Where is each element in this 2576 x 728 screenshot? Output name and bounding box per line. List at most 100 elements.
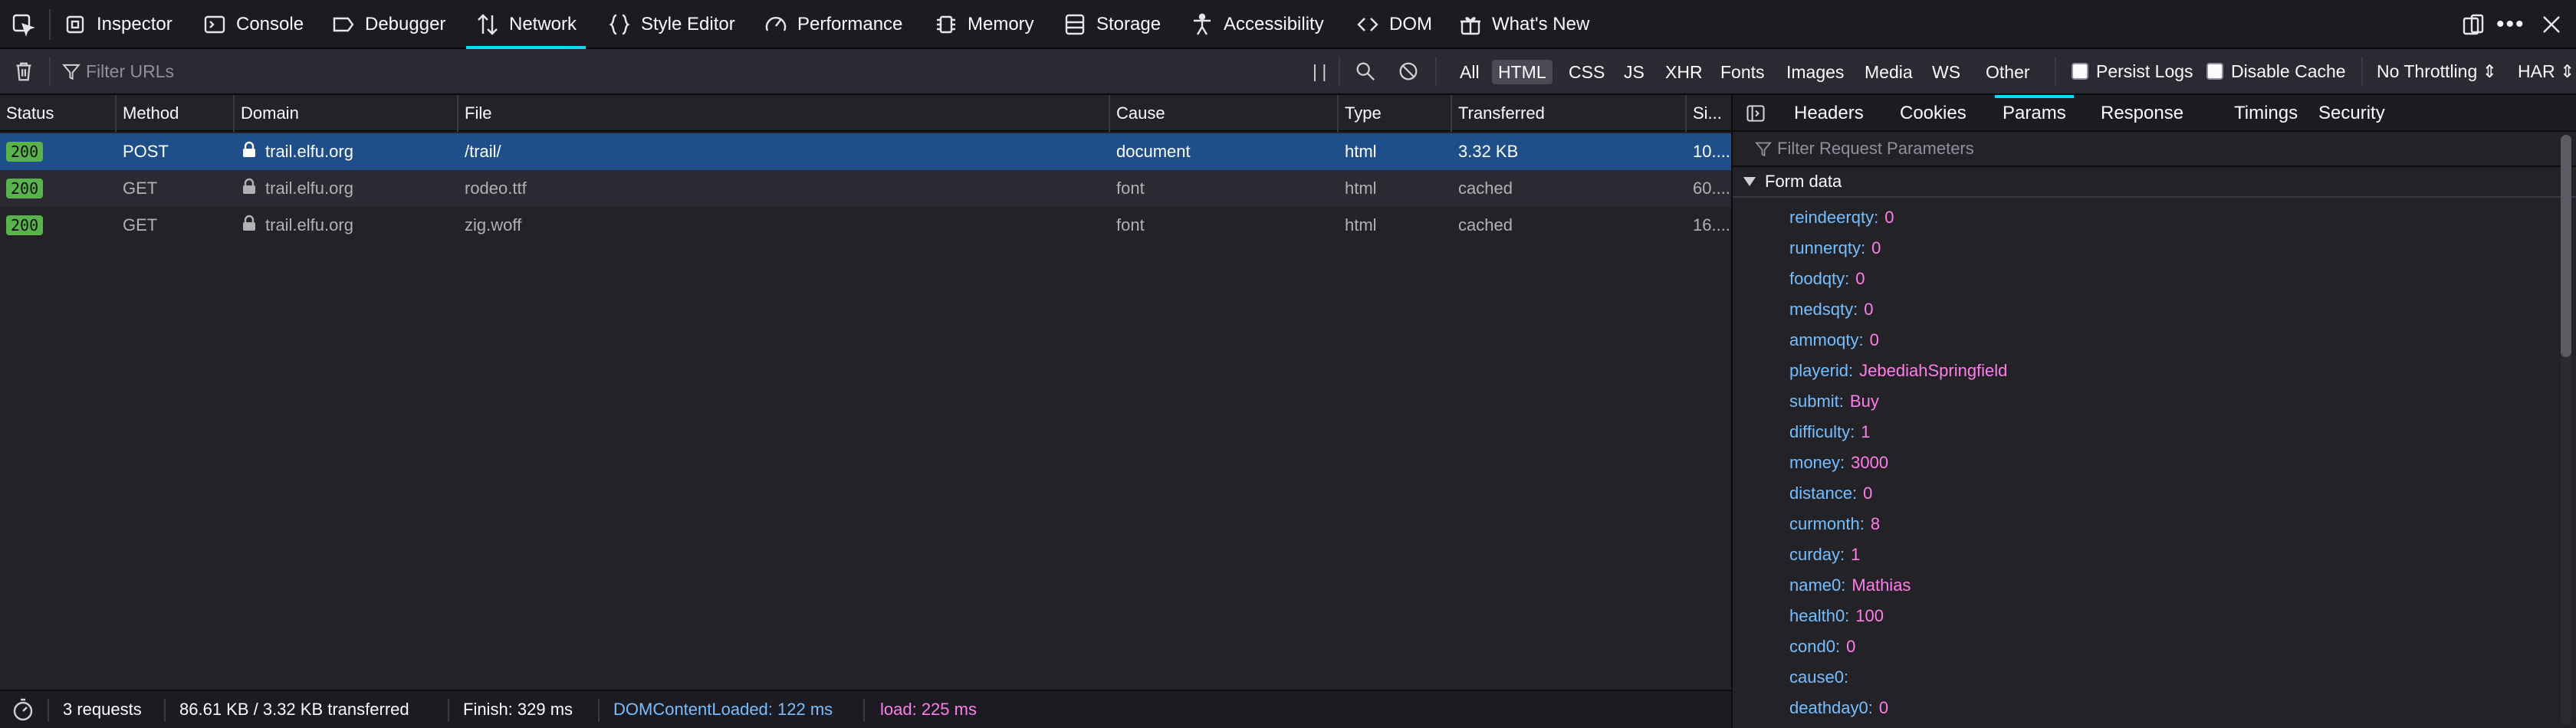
table-row[interactable]: 200 POST trail.elfu.org /trail/ document…	[0, 133, 1731, 170]
type-filter-xhr[interactable]: XHR	[1659, 60, 1709, 84]
disable-cache-checkbox[interactable]: Disable Cache	[2206, 49, 2346, 93]
element-picker-button[interactable]	[11, 0, 35, 49]
tab-style-editor-label: Style Editor	[641, 14, 735, 34]
table-row[interactable]: 200 GET trail.elfu.org zig.woff font htm…	[0, 207, 1731, 244]
har-menu[interactable]: HAR ⇕	[2518, 49, 2574, 93]
more-options-button[interactable]: •••	[2496, 0, 2525, 49]
param-row: cond0: 0	[1789, 631, 1855, 662]
tab-performance-label: Performance	[797, 14, 903, 34]
tab-network[interactable]: Network	[465, 0, 586, 49]
param-value: 0	[1863, 484, 1873, 503]
filter-urls-input[interactable]: Filter URLs	[61, 49, 1288, 93]
param-key: runnerqty:	[1789, 238, 1866, 257]
type-filter-ws[interactable]: WS	[1926, 60, 1967, 84]
toggle-sidebar-button[interactable]	[1745, 95, 1766, 132]
block-icon	[1399, 62, 1418, 80]
clear-requests-button[interactable]	[12, 49, 35, 93]
finish-time: Finish: 329 ms	[463, 700, 573, 719]
param-row: health0: 100	[1789, 601, 1884, 631]
param-row: runnerqty: 0	[1789, 233, 1881, 264]
status-cell: 200	[0, 133, 117, 170]
type-filter-fonts[interactable]: Fonts	[1714, 60, 1771, 84]
tab-debugger[interactable]: Debugger	[331, 0, 445, 49]
param-row: cause0:	[1789, 662, 1855, 693]
domain-cell: trail.elfu.org	[235, 207, 458, 244]
tab-performance[interactable]: Performance	[764, 0, 902, 49]
tab-storage-label: Storage	[1096, 14, 1162, 34]
pause-icon: | |	[1313, 61, 1327, 81]
memory-chip-icon	[937, 15, 955, 34]
column-method[interactable]: Method	[117, 95, 235, 132]
method-cell: GET	[123, 215, 158, 234]
param-value: Mathias	[1852, 576, 1911, 595]
param-value: 3000	[1851, 453, 1889, 472]
column-cause[interactable]: Cause	[1110, 95, 1339, 132]
tab-inspector-label: Inspector	[97, 14, 172, 34]
search-button[interactable]	[1354, 49, 1377, 93]
close-devtools-button[interactable]	[2539, 0, 2564, 49]
tab-headers[interactable]: Headers	[1794, 95, 1864, 132]
domain-text: trail.elfu.org	[265, 179, 353, 198]
tab-console[interactable]: Console	[202, 0, 304, 49]
param-row: curday: 1	[1789, 539, 1860, 570]
param-key: playerid:	[1789, 361, 1854, 380]
param-key: cond0:	[1789, 637, 1841, 656]
tab-cookies[interactable]: Cookies	[1900, 95, 1967, 132]
network-filter-bar: Filter URLs | | All HTML CSS JS XHR Font…	[0, 49, 2576, 95]
table-row[interactable]: 200 GET trail.elfu.org rodeo.ttf font ht…	[0, 170, 1731, 207]
more-options-icon: •••	[2496, 11, 2525, 37]
params-scrollbar[interactable]	[2561, 135, 2571, 725]
param-key: submit:	[1789, 392, 1844, 411]
tab-accessibility[interactable]: Accessibility	[1190, 0, 1324, 49]
column-domain[interactable]: Domain	[235, 95, 458, 132]
type-filter-js[interactable]: JS	[1618, 60, 1651, 84]
pause-button[interactable]: | |	[1313, 49, 1326, 93]
column-transferred[interactable]: Transferred	[1452, 95, 1687, 132]
param-row: medsqty: 0	[1789, 294, 1874, 325]
type-filter-html[interactable]: HTML	[1492, 60, 1552, 84]
type-filter-other[interactable]: Other	[1980, 60, 2036, 84]
domcontentloaded-time: DOMContentLoaded: 122 ms	[613, 700, 833, 719]
filter-urls-placeholder: Filter URLs	[86, 61, 175, 81]
tab-whats-new-label: What's New	[1492, 14, 1590, 34]
column-file[interactable]: File	[458, 95, 1110, 132]
type-filter-media[interactable]: Media	[1858, 60, 1919, 84]
param-value: 1	[1851, 545, 1861, 564]
form-data-section-header[interactable]: Form data	[1733, 167, 2576, 198]
tab-params[interactable]: Params	[1995, 95, 2074, 132]
column-size[interactable]: Si...	[1687, 95, 1731, 132]
column-type[interactable]: Type	[1339, 95, 1452, 132]
tab-dom[interactable]: DOM	[1355, 0, 1432, 49]
accessibility-icon	[1194, 13, 1211, 35]
tab-memory[interactable]: Memory	[934, 0, 1034, 49]
type-filter-all[interactable]: All	[1454, 60, 1486, 84]
size-cell: 16....	[1693, 215, 1730, 234]
filter-params-input[interactable]: Filter Request Parameters	[1733, 132, 2576, 167]
type-filter-images[interactable]: Images	[1780, 60, 1850, 84]
persist-logs-checkbox[interactable]: Persist Logs	[2072, 49, 2193, 93]
picker-icon	[12, 14, 35, 37]
param-row: deathday0: 0	[1789, 693, 1888, 723]
param-value: Buy	[1849, 392, 1879, 411]
tab-timings[interactable]: Timings	[2234, 95, 2298, 132]
tab-accessibility-label: Accessibility	[1224, 14, 1324, 34]
tab-whats-new[interactable]: What's New	[1458, 0, 1589, 49]
throttling-select[interactable]: No Throttling ⇕	[2377, 49, 2497, 93]
scrollbar-thumb[interactable]	[2561, 135, 2571, 357]
responsive-design-button[interactable]	[2461, 0, 2486, 49]
block-requests-button[interactable]	[1397, 49, 1420, 93]
size-cell: 10....	[1693, 142, 1730, 161]
request-count: 3 requests	[63, 700, 142, 719]
param-key: foodqty:	[1789, 269, 1850, 288]
column-status[interactable]: Status	[0, 95, 117, 132]
gauge-icon	[765, 17, 787, 31]
status-badge: 200	[6, 215, 44, 235]
tab-security[interactable]: Security	[2318, 95, 2385, 132]
type-cell: html	[1345, 142, 1377, 161]
tab-response[interactable]: Response	[2101, 95, 2183, 132]
tab-style-editor[interactable]: Style Editor	[607, 0, 735, 49]
type-filter-css[interactable]: CSS	[1562, 60, 1611, 84]
performance-analysis-button[interactable]	[11, 691, 35, 728]
tab-storage[interactable]: Storage	[1063, 0, 1161, 49]
tab-inspector[interactable]: Inspector	[63, 0, 172, 49]
